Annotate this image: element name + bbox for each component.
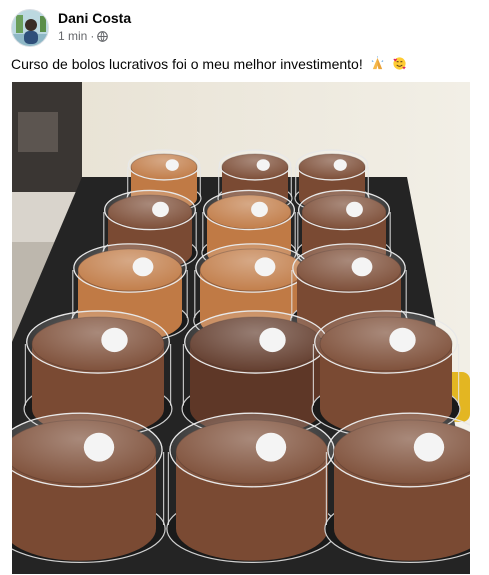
cake-label-sticker bbox=[101, 327, 128, 353]
cake-label-sticker bbox=[152, 201, 169, 218]
cake-container bbox=[12, 412, 166, 563]
cake-label-sticker bbox=[389, 327, 416, 353]
cake-container bbox=[166, 412, 338, 563]
cake-label-sticker bbox=[132, 257, 154, 277]
post-caption: Curso de bolos lucrativos foi o meu melh… bbox=[11, 55, 479, 75]
caption-text: Curso de bolos lucrativos foi o meu melh… bbox=[11, 56, 363, 72]
cake-label-sticker bbox=[351, 257, 373, 277]
cake-label-sticker bbox=[256, 159, 270, 171]
globe-icon[interactable] bbox=[97, 31, 109, 42]
facebook-post: Dani Costa 1 min · Curso de bolos lucrat… bbox=[0, 0, 489, 575]
post-header: Dani Costa 1 min · bbox=[0, 0, 489, 50]
cake-label-sticker bbox=[346, 201, 363, 218]
cake-label-sticker bbox=[333, 159, 347, 171]
smiling-face-with-hearts-emoji bbox=[392, 56, 407, 75]
author-avatar[interactable] bbox=[11, 9, 49, 47]
cake-label-sticker bbox=[255, 432, 287, 462]
cake-label-sticker bbox=[165, 159, 179, 171]
folded-hands-emoji bbox=[370, 56, 385, 75]
meta-separator: · bbox=[90, 29, 95, 43]
post-photo[interactable] bbox=[12, 82, 470, 574]
cake-label-sticker bbox=[83, 432, 115, 462]
cake-label-sticker bbox=[259, 327, 286, 353]
cake-container bbox=[324, 412, 470, 563]
author-name[interactable]: Dani Costa bbox=[58, 10, 131, 27]
cake-label-sticker bbox=[413, 432, 445, 462]
cake-label-sticker bbox=[254, 257, 276, 277]
post-meta: 1 min · bbox=[58, 29, 109, 44]
cake-label-sticker bbox=[251, 201, 268, 218]
post-timestamp[interactable]: 1 min bbox=[58, 29, 87, 44]
